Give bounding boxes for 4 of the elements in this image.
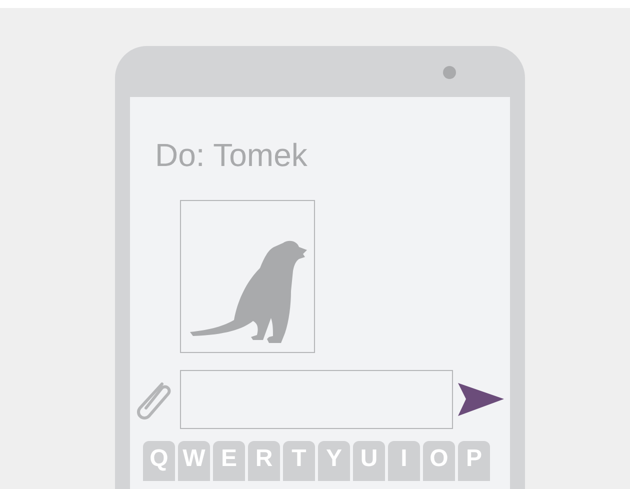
recipient-label: Do: Tomek (155, 136, 308, 175)
send-icon[interactable] (458, 383, 504, 416)
message-input-field[interactable] (180, 370, 453, 429)
camera-dot (443, 66, 456, 79)
